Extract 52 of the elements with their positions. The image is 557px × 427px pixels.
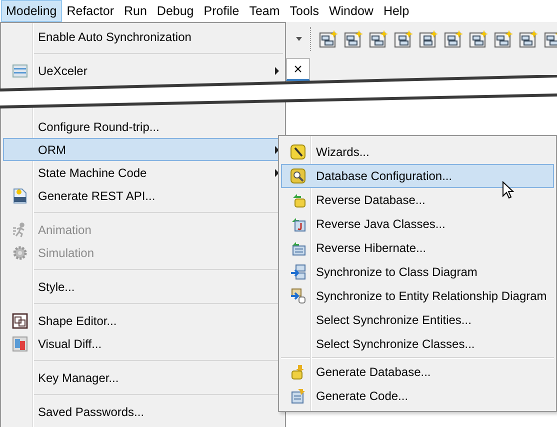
list-icon: [12, 62, 28, 78]
database-search-icon: [290, 168, 306, 184]
diagram-icon[interactable]: [419, 28, 439, 48]
diagram-icon[interactable]: [494, 28, 514, 48]
diagram-icon[interactable]: [394, 28, 414, 48]
diagram-icon[interactable]: [444, 28, 464, 48]
diagram-icon[interactable]: [519, 28, 539, 48]
menu-item[interactable]: Debug: [152, 0, 199, 22]
menu-item[interactable]: Enable Auto Synchronization: [3, 25, 283, 48]
menu-item[interactable]: Tools: [284, 0, 324, 22]
diagram-icon[interactable]: [319, 28, 339, 48]
diagram-icon[interactable]: [469, 28, 489, 48]
menu-item[interactable]: Visual Diff...: [3, 332, 283, 355]
menu-item[interactable]: Wizards...: [281, 140, 554, 164]
compare-icon: [12, 336, 28, 352]
menu-item[interactable]: Reverse Database...: [281, 188, 554, 212]
wand-icon: [290, 144, 306, 160]
caret-icon[interactable]: [296, 36, 302, 40]
menu-item[interactable]: Select Synchronize Entities...: [281, 308, 554, 332]
sync-icon: [290, 288, 306, 304]
menu-item[interactable]: Profile: [198, 0, 244, 22]
menu-item[interactable]: Shape Editor...: [3, 309, 283, 332]
menu-item[interactable]: Reverse Java Classes...: [281, 212, 554, 236]
menu-item[interactable]: Generate Database...: [281, 360, 554, 384]
menu-item[interactable]: Team: [244, 0, 285, 22]
runner-icon: [12, 222, 28, 238]
menu-item[interactable]: Reverse Hibernate...: [281, 236, 554, 260]
menu-item[interactable]: UeXceler: [3, 59, 283, 82]
menu-item[interactable]: Database Configuration...: [281, 164, 554, 188]
menu-item[interactable]: Select Synchronize Classes...: [281, 332, 554, 356]
menu-item[interactable]: Synchronize to Entity Relationship Diagram: [281, 284, 554, 308]
gear-icon: [12, 244, 28, 260]
menu-item[interactable]: Refactor: [62, 0, 119, 22]
close-button[interactable]: ×: [286, 58, 310, 81]
menu-item[interactable]: Synchronize to Class Diagram: [281, 260, 554, 284]
diagram-icon[interactable]: [369, 28, 389, 48]
shape-icon: [12, 312, 28, 328]
menu-item[interactable]: Run: [118, 0, 152, 22]
document-arrow-icon: [290, 388, 306, 404]
menu-item[interactable]: Generate Code...: [281, 384, 554, 408]
class-arrow-icon: [290, 216, 306, 232]
menu-item[interactable]: Configure Round-trip...: [3, 115, 283, 138]
diagram-icon[interactable]: [344, 28, 364, 48]
file-arrow-icon: [290, 240, 306, 256]
document-icon: [12, 188, 28, 204]
database-arrow-icon: [290, 364, 306, 380]
sync-icon: [290, 264, 306, 280]
menu-item[interactable]: Generate REST API...: [3, 184, 283, 207]
menu-item[interactable]: Help: [378, 0, 414, 22]
mouse-pointer: [502, 181, 514, 199]
menu-item[interactable]: Window: [324, 0, 378, 22]
menu-item[interactable]: Modeling: [1, 0, 62, 22]
